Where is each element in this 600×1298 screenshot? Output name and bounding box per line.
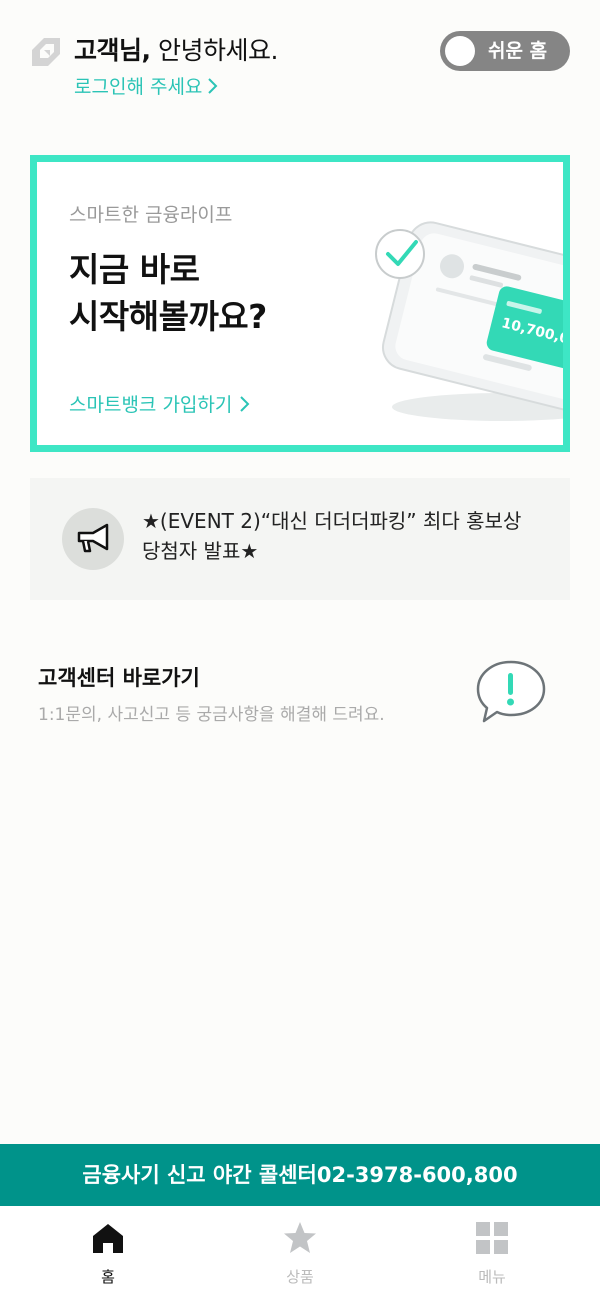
event-notice-banner[interactable]: ★(EVENT 2)“대신 더더더파킹” 최다 홍보상 당첨자 발표★ bbox=[30, 478, 570, 600]
promo-title-line2: 시작해볼까요? bbox=[69, 297, 267, 336]
speech-bubble-alert-icon bbox=[476, 660, 546, 723]
bottom-tab-bar: 홈 상품 메뉴 bbox=[0, 1206, 600, 1298]
tab-menu[interactable]: 메뉴 bbox=[392, 1206, 592, 1298]
tab-home-label: 홈 bbox=[101, 1268, 115, 1286]
tab-home[interactable]: 홈 bbox=[8, 1206, 208, 1298]
login-link[interactable]: 로그인해 주세요 bbox=[74, 72, 218, 99]
greeting-name: 고객님, bbox=[74, 36, 151, 65]
chevron-right-icon bbox=[208, 77, 218, 94]
greeting: 고객님, 안녕하세요. bbox=[74, 32, 278, 70]
grid-icon bbox=[476, 1222, 508, 1254]
tab-products[interactable]: 상품 bbox=[200, 1206, 400, 1298]
smartbank-signup-link[interactable]: 스마트뱅크 가입하기 bbox=[69, 390, 250, 417]
chevron-right-icon bbox=[240, 395, 250, 412]
customer-center-link[interactable]: 고객센터 바로가기 1:1문의, 사고신고 등 궁금사항을 해결해 드려요. bbox=[0, 640, 600, 750]
promo-title-line1: 지금 바로 bbox=[69, 250, 200, 289]
header: 고객님, 안녕하세요. 로그인해 주세요 쉬운 홈 bbox=[0, 0, 600, 110]
megaphone-icon bbox=[62, 508, 124, 570]
customer-center-description: 1:1문의, 사고신고 등 궁금사항을 해결해 드려요. bbox=[38, 705, 385, 725]
star-icon bbox=[284, 1222, 316, 1253]
toggle-label: 쉬운 홈 bbox=[488, 40, 548, 62]
easy-home-toggle[interactable]: 쉬운 홈 bbox=[440, 31, 570, 71]
tab-menu-label: 메뉴 bbox=[478, 1268, 506, 1286]
promo-subtitle: 스마트한 금융라이프 bbox=[69, 204, 233, 226]
smartbank-signup-label: 스마트뱅크 가입하기 bbox=[69, 394, 233, 416]
brand-logo-icon bbox=[32, 38, 60, 66]
login-link-label: 로그인해 주세요 bbox=[74, 76, 203, 98]
toggle-knob bbox=[445, 36, 475, 66]
promo-title: 지금 바로 시작해볼까요? bbox=[69, 246, 267, 340]
notice-text: ★(EVENT 2)“대신 더더더파킹” 최다 홍보상 당첨자 발표★ bbox=[142, 509, 522, 563]
greeting-text: 안녕하세요. bbox=[150, 36, 278, 65]
fraud-report-callcenter-banner[interactable]: 금융사기 신고 야간 콜센터02-3978-600,800 bbox=[0, 1144, 600, 1206]
smartbank-promo-card[interactable]: 스마트한 금융라이프 지금 바로 시작해볼까요? 스마트뱅크 가입하기 10,7… bbox=[30, 155, 570, 452]
tab-products-label: 상품 bbox=[286, 1268, 314, 1286]
phone-illustration: 10,700,000 bbox=[375, 221, 563, 421]
home-icon bbox=[93, 1224, 123, 1253]
customer-center-title: 고객센터 바로가기 bbox=[38, 666, 200, 690]
